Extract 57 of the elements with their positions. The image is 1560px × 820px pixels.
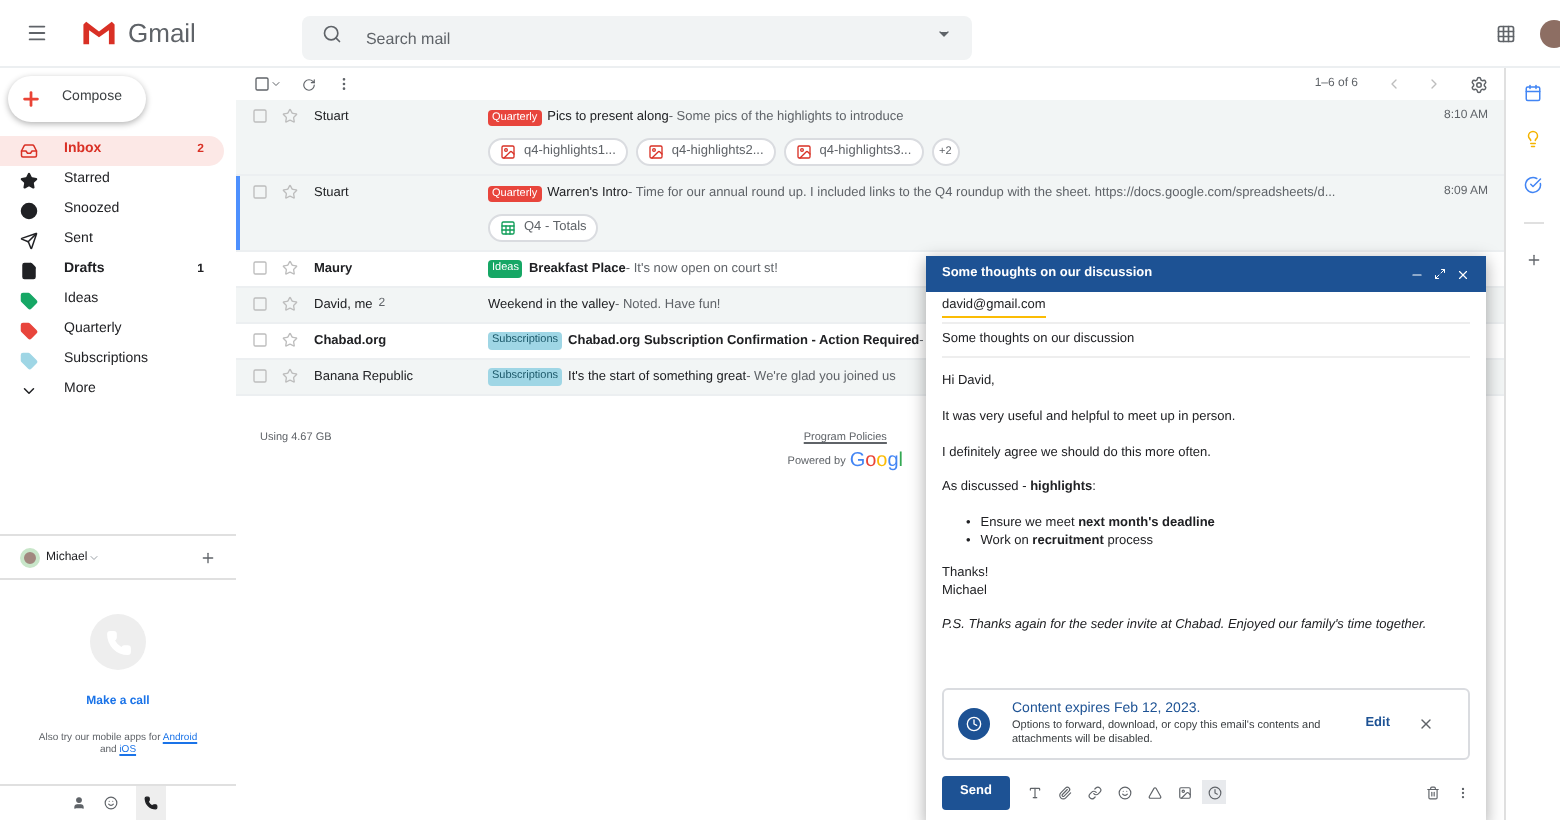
checkbox[interactable]: [252, 259, 268, 276]
caret-icon[interactable]: [270, 78, 282, 90]
confidential-toggle[interactable]: [1202, 780, 1226, 804]
attach-icon[interactable]: [1058, 785, 1072, 799]
delete-icon[interactable]: [1426, 785, 1440, 799]
close-icon[interactable]: [1418, 716, 1434, 732]
more-icon[interactable]: [1456, 785, 1470, 799]
star-icon: [20, 172, 38, 190]
plus-icon: [20, 88, 42, 110]
image-icon: [795, 143, 812, 160]
menu-icon[interactable]: [26, 22, 48, 44]
keep-icon[interactable]: [1524, 130, 1542, 148]
star-icon[interactable]: [282, 331, 298, 348]
checkbox[interactable]: [252, 108, 268, 124]
chevron-icon: [20, 382, 38, 400]
tasks-icon[interactable]: [1524, 176, 1542, 194]
search-field[interactable]: Search mail: [301, 16, 972, 60]
previous-icon[interactable]: [1386, 76, 1402, 92]
checkbox[interactable]: [252, 184, 268, 200]
calendar-icon[interactable]: [1524, 84, 1542, 102]
star-icon[interactable]: [282, 367, 298, 384]
account-avatar[interactable]: [1540, 19, 1560, 47]
gmail-logo-icon: [82, 20, 116, 46]
phone-icon: [143, 796, 157, 810]
select-checkbox[interactable]: [254, 76, 270, 92]
app-name: Gmail: [128, 15, 196, 52]
next-icon[interactable]: [1426, 76, 1442, 92]
add-icon[interactable]: [1525, 252, 1541, 268]
drive-icon[interactable]: [1148, 785, 1162, 799]
refresh-icon[interactable]: [302, 77, 316, 91]
settings-icon[interactable]: [1470, 75, 1488, 93]
inbox-icon: [20, 142, 38, 160]
checkbox[interactable]: [252, 331, 268, 348]
checkbox[interactable]: [252, 295, 268, 312]
link-icon[interactable]: [1088, 785, 1102, 799]
spreadsheet-icon: [500, 219, 516, 236]
image-icon: [500, 143, 516, 160]
google-logo: Googl: [849, 448, 904, 477]
photo-icon[interactable]: [1178, 785, 1192, 799]
phone-tab[interactable]: [135, 785, 165, 820]
checkbox[interactable]: [252, 367, 268, 384]
image-icon: [647, 143, 664, 160]
apps-icon[interactable]: [1496, 23, 1516, 43]
formatting-icon[interactable]: [1028, 785, 1042, 799]
confidential-mode-icon: [958, 708, 990, 740]
file-icon: [20, 262, 38, 280]
user-avatar: [20, 548, 40, 568]
chat-icon[interactable]: [103, 796, 117, 810]
search-icon: [321, 23, 342, 43]
star-icon[interactable]: [282, 295, 298, 312]
emoji-icon[interactable]: [1118, 785, 1132, 799]
star-icon[interactable]: [282, 259, 298, 276]
send-icon: [20, 232, 38, 250]
contacts-icon[interactable]: [71, 796, 85, 810]
star-icon[interactable]: [282, 108, 298, 124]
star-icon[interactable]: [282, 184, 298, 200]
add-icon[interactable]: [200, 550, 216, 566]
